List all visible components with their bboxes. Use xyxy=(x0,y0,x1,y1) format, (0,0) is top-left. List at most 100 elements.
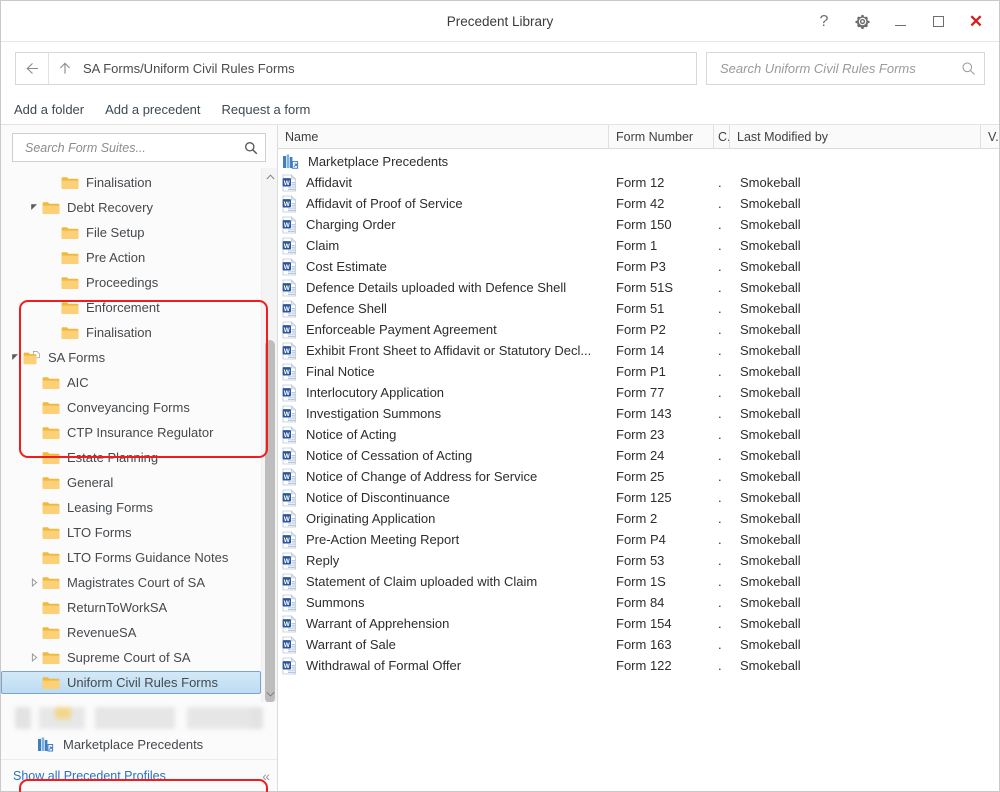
table-row[interactable]: W Cost Estimate Form P3. Smokeball xyxy=(278,256,999,277)
expander-toggle[interactable] xyxy=(7,353,23,362)
column-header-v[interactable]: V. xyxy=(981,125,999,148)
sidebar-item-pre-action[interactable]: Pre Action xyxy=(1,245,261,270)
table-row[interactable]: W Affidavit of Proof of Service Form 42. Sm… xyxy=(278,193,999,214)
sidebar-item-revenuesa[interactable]: RevenueSA xyxy=(1,620,261,645)
breadcrumb[interactable]: SA Forms/Uniform Civil Rules Forms xyxy=(81,61,295,76)
table-row[interactable]: W Claim Form 1. Smokeball xyxy=(278,235,999,256)
minimize-icon[interactable] xyxy=(881,3,919,41)
table-row[interactable]: W Affidavit Form 12. Smokeball xyxy=(278,172,999,193)
back-arrow-icon[interactable] xyxy=(16,52,49,84)
sidebar-item-proceedings[interactable]: Proceedings xyxy=(1,270,261,295)
sidebar-item-label: Debt Recovery xyxy=(67,200,153,215)
close-icon[interactable]: ✕ xyxy=(957,3,995,41)
sidebar-item-enforcement[interactable]: Enforcement xyxy=(1,295,261,320)
scrollbar-thumb[interactable] xyxy=(265,340,275,702)
svg-text:W: W xyxy=(284,599,291,606)
add-a-precedent-button[interactable]: Add a precedent xyxy=(105,102,200,117)
folder-tree-scroll: Finalisation Debt Recovery File Setup Pre A… xyxy=(1,168,277,702)
sidebar-item-ctp-insurance-regulator[interactable]: CTP Insurance Regulator xyxy=(1,420,261,445)
sidebar-item-supreme-court-of-sa[interactable]: Supreme Court of SA xyxy=(1,645,261,670)
cell-name: W Warrant of Apprehension xyxy=(278,614,609,633)
table-row[interactable]: W Notice of Discontinuance Form 125. Smokeb… xyxy=(278,487,999,508)
cell-name: W Cost Estimate xyxy=(278,257,609,276)
sidebar-item-aic[interactable]: AIC xyxy=(1,370,261,395)
chevron-down-icon[interactable] xyxy=(262,685,277,702)
table-row[interactable]: W Pre-Action Meeting Report Form P4. Smokeb… xyxy=(278,529,999,550)
svg-text:W: W xyxy=(284,242,291,249)
search-icon[interactable] xyxy=(961,61,976,76)
table-row[interactable]: W Warrant of Apprehension Form 154. Smokeba… xyxy=(278,613,999,634)
sidebar-item-marketplace-precedents[interactable]: Marketplace Precedents xyxy=(1,729,277,759)
sidebar-item-magistrates-court-of-sa[interactable]: Magistrates Court of SA xyxy=(1,570,261,595)
up-arrow-icon[interactable] xyxy=(49,53,81,84)
search-icon[interactable] xyxy=(244,141,258,155)
sidebar-item-debt-recovery[interactable]: Debt Recovery xyxy=(1,195,261,220)
svg-text:W: W xyxy=(284,284,291,291)
column-header-c[interactable]: C. xyxy=(714,125,730,148)
sidebar-item-returntoworksa[interactable]: ReturnToWorkSA xyxy=(1,595,261,620)
column-header-name[interactable]: Name xyxy=(278,125,609,148)
maximize-icon[interactable] xyxy=(919,3,957,41)
table-row[interactable]: W Reply Form 53. Smokeball xyxy=(278,550,999,571)
table-row[interactable]: W Summons Form 84. Smokeball xyxy=(278,592,999,613)
sidebar-item-general[interactable]: General xyxy=(1,470,261,495)
show-all-precedent-profiles-link[interactable]: Show all Precedent Profiles xyxy=(13,769,166,783)
sidebar-item-conveyancing-forms[interactable]: Conveyancing Forms xyxy=(1,395,261,420)
table-row[interactable]: Marketplace Precedents xyxy=(278,151,999,172)
cell-c: . xyxy=(718,406,722,421)
sidebar-item-lto-forms-guidance-notes[interactable]: LTO Forms Guidance Notes xyxy=(1,545,261,570)
sidebar-item-estate-planning[interactable]: Estate Planning xyxy=(1,445,261,470)
help-icon[interactable]: ? xyxy=(805,3,843,41)
add-a-folder-button[interactable]: Add a folder xyxy=(14,102,84,117)
folder-icon xyxy=(42,201,60,214)
word-icon: W xyxy=(282,173,297,191)
table-row[interactable]: W Final Notice Form P1. Smokeball xyxy=(278,361,999,382)
table-row[interactable]: W Originating Application Form 2. Smokeball xyxy=(278,508,999,529)
expander-toggle[interactable] xyxy=(26,653,42,662)
chevron-up-icon[interactable] xyxy=(262,168,277,185)
cell-form-number: Form 163 xyxy=(616,637,672,652)
sidebar-item-finalisation[interactable]: Finalisation xyxy=(1,170,261,195)
table-row[interactable]: W Exhibit Front Sheet to Affidavit or Sta… xyxy=(278,340,999,361)
sidebar-item-sa-forms[interactable]: SA Forms xyxy=(1,345,261,370)
precedent-name: Interlocutory Application xyxy=(306,385,445,400)
folder-icon xyxy=(61,301,79,314)
table-row[interactable]: W Notice of Change of Address for Service… xyxy=(278,466,999,487)
table-row[interactable]: W Interlocutory Application Form 77. Smokeb… xyxy=(278,382,999,403)
word-icon: W xyxy=(282,572,297,590)
svg-text:W: W xyxy=(284,347,291,354)
table-row[interactable]: W Warrant of Sale Form 163. Smokeball xyxy=(278,634,999,655)
sidebar-item-finalisation[interactable]: Finalisation xyxy=(1,320,261,345)
cell-name: W Charging Order xyxy=(278,215,609,234)
sidebar-item-youth-court-of-sa[interactable]: Youth Court of SA xyxy=(1,695,261,702)
folder-icon xyxy=(42,476,60,490)
cell-form-number: Form P4 xyxy=(616,532,666,547)
column-header-form-number[interactable]: Form Number xyxy=(609,125,714,148)
table-row[interactable]: W Notice of Cessation of Acting Form 24. Sm… xyxy=(278,445,999,466)
table-row[interactable]: W Enforceable Payment Agreement Form P2. Sm… xyxy=(278,319,999,340)
sidebar-item-file-setup[interactable]: File Setup xyxy=(1,220,261,245)
table-row[interactable]: W Investigation Summons Form 143. Smokeball xyxy=(278,403,999,424)
table-row[interactable]: W Defence Details uploaded with Defence S… xyxy=(278,277,999,298)
sidebar-scrollbar[interactable] xyxy=(261,168,277,702)
gear-icon[interactable] xyxy=(843,3,881,41)
search-form-suites-input[interactable] xyxy=(23,139,244,156)
expander-toggle[interactable] xyxy=(26,578,42,587)
table-row[interactable]: W Charging Order Form 150. Smokeball xyxy=(278,214,999,235)
precedent-name: Warrant of Sale xyxy=(306,637,396,652)
table-row[interactable]: W Notice of Acting Form 23. Smokeball xyxy=(278,424,999,445)
expander-toggle[interactable] xyxy=(26,203,42,212)
request-a-form-button[interactable]: Request a form xyxy=(222,102,311,117)
sidebar-item-lto-forms[interactable]: LTO Forms xyxy=(1,520,261,545)
table-row[interactable]: W Withdrawal of Formal Offer Form 122. Smok… xyxy=(278,655,999,676)
sidebar-item-uniform-civil-rules-forms[interactable]: Uniform Civil Rules Forms xyxy=(1,670,261,695)
table-row[interactable]: W Statement of Claim uploaded with Claim F… xyxy=(278,571,999,592)
table-row[interactable]: W Defence Shell Form 51. Smokeball xyxy=(278,298,999,319)
search-input[interactable] xyxy=(718,59,961,77)
redacted-folder-icon xyxy=(55,707,71,719)
sidebar-item-leasing-forms[interactable]: Leasing Forms xyxy=(1,495,261,520)
cell-name: W Originating Application xyxy=(278,509,609,528)
folder-icon xyxy=(42,651,60,665)
column-header-last-modified-by[interactable]: Last Modified by xyxy=(730,125,981,148)
collapse-panel-icon[interactable]: « xyxy=(262,768,270,784)
